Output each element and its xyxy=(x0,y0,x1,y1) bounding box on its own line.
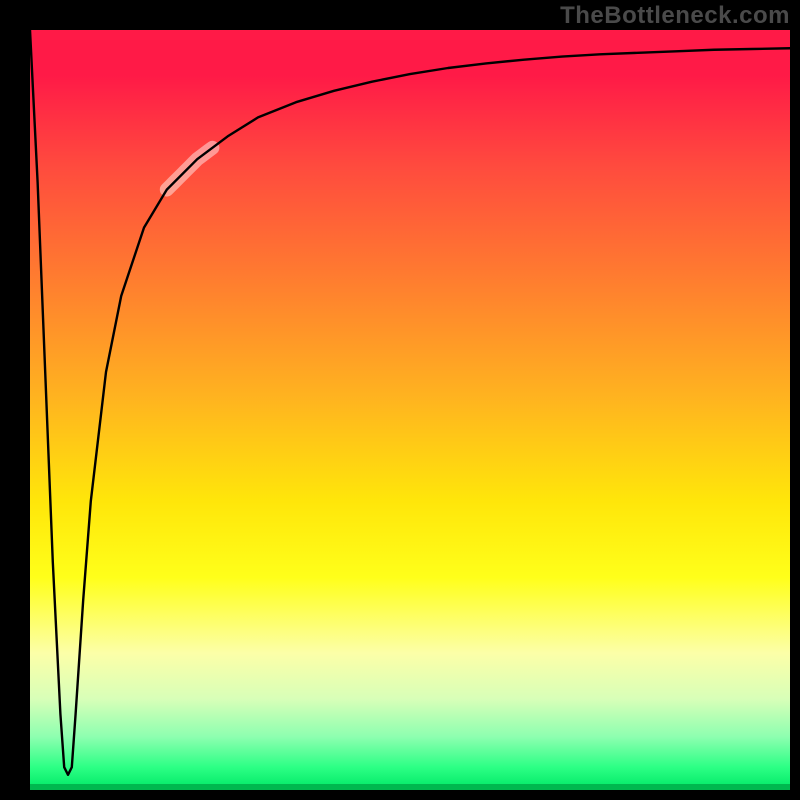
plot-area xyxy=(30,30,790,790)
chart-frame: TheBottleneck.com xyxy=(0,0,800,800)
curve-svg xyxy=(30,30,790,790)
bottleneck-curve xyxy=(30,30,790,775)
watermark-text: TheBottleneck.com xyxy=(560,2,790,30)
